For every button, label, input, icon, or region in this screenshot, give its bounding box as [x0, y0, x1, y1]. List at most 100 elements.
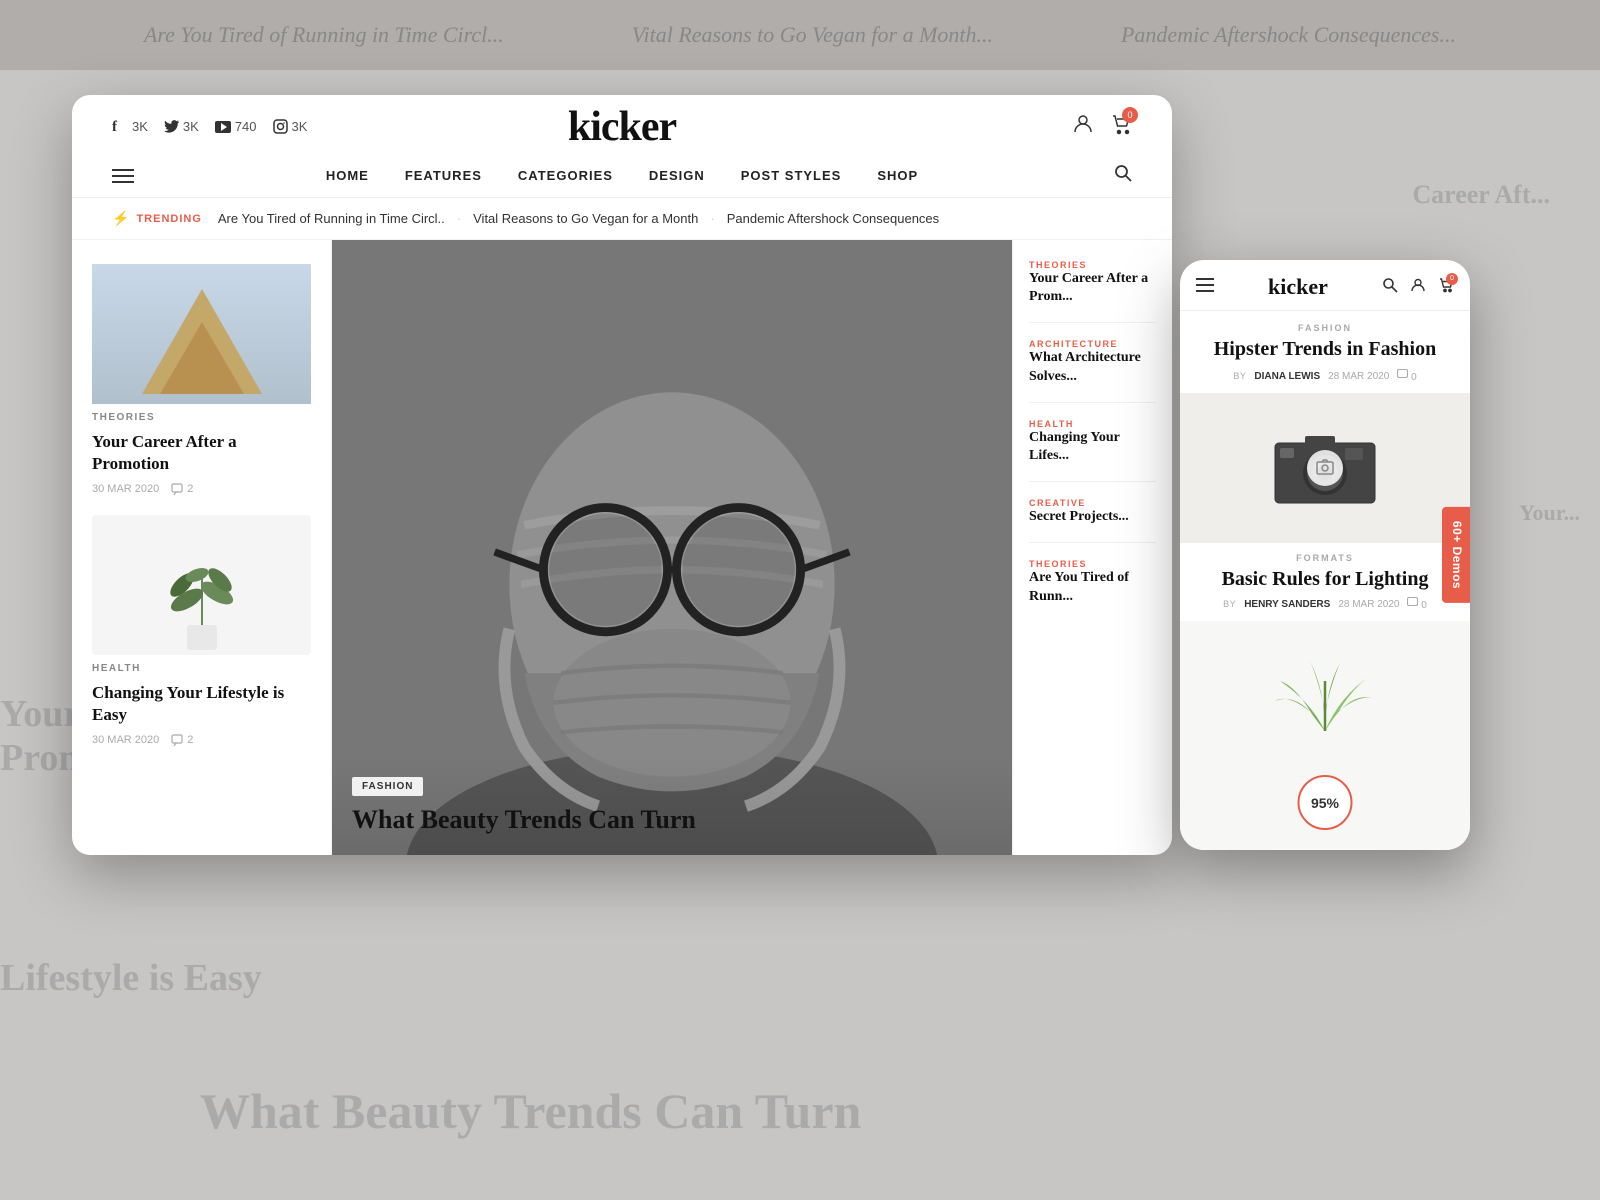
- bg-right-text-2: Your...: [1519, 500, 1580, 526]
- sidebar-divider-3: [1029, 481, 1156, 482]
- sidebar-title-2[interactable]: What Architecture Solves...: [1029, 349, 1156, 385]
- mobile-date-1: 28 MAR 2020: [1328, 371, 1389, 382]
- nav-categories[interactable]: CATEGORIES: [518, 168, 613, 183]
- instagram-link[interactable]: 3K: [273, 119, 308, 134]
- career-comments: 2: [171, 483, 193, 495]
- mobile-user-icon[interactable]: [1410, 277, 1426, 298]
- center-feature: FASHION What Beauty Trends Can Turn: [332, 240, 1012, 855]
- sidebar-title-1[interactable]: Your Career After a Prom...: [1029, 270, 1156, 306]
- article-img-lifestyle: [92, 515, 311, 655]
- hamburger-menu[interactable]: [112, 169, 134, 183]
- sidebar-divider-1: [1029, 322, 1156, 323]
- mobile-section-fashion: FASHION: [1180, 311, 1470, 337]
- feature-image: FASHION What Beauty Trends Can Turn: [332, 240, 1012, 855]
- mobile-cart-badge: 0: [1446, 273, 1458, 285]
- mobile-search-icon[interactable]: [1382, 277, 1398, 298]
- bg-right-text-1: Career Aft...: [1412, 180, 1550, 210]
- youtube-icon: [215, 121, 231, 133]
- nav-design[interactable]: DESIGN: [649, 168, 705, 183]
- social-links: f 3K 3K 740 3K: [112, 119, 307, 135]
- instagram-count: 3K: [292, 119, 308, 134]
- nav-shop[interactable]: SHOP: [877, 168, 918, 183]
- mobile-author-2: HENRY SANDERS: [1244, 599, 1330, 610]
- mobile-header: kicker 0: [1180, 260, 1470, 311]
- lifestyle-date: 30 MAR 2020: [92, 734, 159, 746]
- lifestyle-title[interactable]: Changing Your Lifestyle is Easy: [92, 682, 311, 726]
- bg-item-3: Pandemic Aftershock Consequences...: [1121, 22, 1456, 48]
- youtube-link[interactable]: 740: [215, 119, 257, 134]
- article-card-lifestyle: HEALTH Changing Your Lifestyle is Easy 3…: [92, 515, 311, 746]
- left-sidebar: THEORIES Your Career After a Promotion 3…: [72, 240, 332, 855]
- image-icon-overlay: [1307, 450, 1343, 486]
- feature-title[interactable]: What Beauty Trends Can Turn: [352, 804, 992, 835]
- sidebar-cat-5: THEORIES: [1029, 559, 1156, 569]
- facebook-icon: f: [112, 119, 128, 135]
- sidebar-divider-4: [1029, 542, 1156, 543]
- main-content: THEORIES Your Career After a Promotion 3…: [72, 240, 1172, 855]
- bg-lifestyle-text: Lifestyle is Easy: [0, 956, 262, 1000]
- nav-features[interactable]: FEATURES: [405, 168, 482, 183]
- youtube-count: 740: [235, 119, 257, 134]
- bg-beauty-text: What Beauty Trends Can Turn: [200, 1082, 861, 1140]
- trending-label: ⚡ TRENDING: [112, 210, 202, 227]
- trending-item-2[interactable]: Vital Reasons to Go Vegan for a Month: [473, 211, 698, 226]
- trending-item-1[interactable]: Are You Tired of Running in Time Circl..: [218, 211, 445, 226]
- header-top: f 3K 3K 740 3K kicker: [112, 113, 1132, 140]
- bg-item-2: Vital Reasons to Go Vegan for a Month...: [632, 22, 993, 48]
- twitter-link[interactable]: 3K: [164, 119, 199, 134]
- mobile-cart-icon[interactable]: 0: [1438, 277, 1454, 298]
- nav-post-styles[interactable]: POST STYLES: [741, 168, 842, 183]
- mobile-camera-img: [1180, 393, 1470, 543]
- mobile-article-title-2[interactable]: Basic Rules for Lighting: [1180, 567, 1470, 597]
- nav-home[interactable]: HOME: [326, 168, 369, 183]
- lifestyle-meta: 30 MAR 2020 2: [92, 734, 311, 746]
- mobile-by-2: BY: [1223, 599, 1236, 609]
- bg-top-bar: Are You Tired of Running in Time Circl..…: [0, 0, 1600, 70]
- header-actions: 0: [1072, 113, 1132, 140]
- trending-text: TRENDING: [136, 213, 201, 225]
- cart-badge-count: 0: [1122, 107, 1138, 123]
- sidebar-cat-4: CREATIVE: [1029, 498, 1156, 508]
- demos-tab[interactable]: 60+ Demos: [1442, 507, 1470, 603]
- facebook-count: 3K: [132, 119, 148, 134]
- mobile-header-icons: 0: [1382, 277, 1454, 298]
- cart-icon[interactable]: 0: [1110, 113, 1132, 140]
- mobile-plant-block: 95%: [1180, 621, 1470, 850]
- mobile-article-meta-2: BY HENRY SANDERS 28 MAR 2020 0: [1180, 597, 1470, 621]
- sidebar-article-1: THEORIES Your Career After a Prom...: [1029, 260, 1156, 306]
- mobile-comments-2: 0: [1407, 597, 1426, 611]
- sidebar-title-3[interactable]: Changing Your Lifes...: [1029, 429, 1156, 465]
- article-img-career: [92, 264, 311, 404]
- sidebar-divider-2: [1029, 402, 1156, 403]
- trending-items: Are You Tired of Running in Time Circl..…: [218, 211, 939, 226]
- trending-icon: ⚡: [112, 210, 130, 227]
- site-header: f 3K 3K 740 3K kicker: [72, 95, 1172, 198]
- mobile-logo[interactable]: kicker: [1268, 274, 1328, 300]
- site-logo[interactable]: kicker: [568, 103, 676, 151]
- trending-item-3[interactable]: Pandemic Aftershock Consequences: [727, 211, 939, 226]
- bg-item-1: Are You Tired of Running in Time Circl..…: [144, 22, 504, 48]
- mobile-article-meta-1: BY DIANA LEWIS 28 MAR 2020 0: [1180, 369, 1470, 393]
- main-navigation: HOME FEATURES CATEGORIES DESIGN POST STY…: [112, 154, 1132, 197]
- sidebar-article-4: CREATIVE Secret Projects...: [1029, 498, 1156, 526]
- sidebar-article-5: THEORIES Are You Tired of Runn...: [1029, 559, 1156, 605]
- mobile-date-2: 28 MAR 2020: [1338, 599, 1399, 610]
- progress-circle: 95%: [1298, 775, 1353, 830]
- facebook-link[interactable]: f 3K: [112, 119, 148, 135]
- feature-category: FASHION: [352, 777, 423, 796]
- desktop-window: f 3K 3K 740 3K kicker: [72, 95, 1172, 855]
- mobile-hamburger-icon[interactable]: [1196, 278, 1214, 297]
- sidebar-title-5[interactable]: Are You Tired of Runn...: [1029, 569, 1156, 605]
- mobile-comments-1: 0: [1397, 369, 1416, 383]
- career-title[interactable]: Your Career After a Promotion: [92, 431, 311, 475]
- career-category: THEORIES: [92, 412, 311, 423]
- search-icon[interactable]: [1114, 164, 1132, 187]
- user-icon[interactable]: [1072, 113, 1094, 140]
- twitter-count: 3K: [183, 119, 199, 134]
- sidebar-article-2: ARCHITECTURE What Architecture Solves...: [1029, 339, 1156, 385]
- mobile-window: kicker 0 FASHION Hipster Trends in Fashi…: [1180, 260, 1470, 850]
- lifestyle-category: HEALTH: [92, 663, 311, 674]
- mobile-section-formats: FORMATS: [1180, 543, 1470, 567]
- mobile-article-title-1[interactable]: Hipster Trends in Fashion: [1180, 337, 1470, 369]
- sidebar-title-4[interactable]: Secret Projects...: [1029, 508, 1156, 526]
